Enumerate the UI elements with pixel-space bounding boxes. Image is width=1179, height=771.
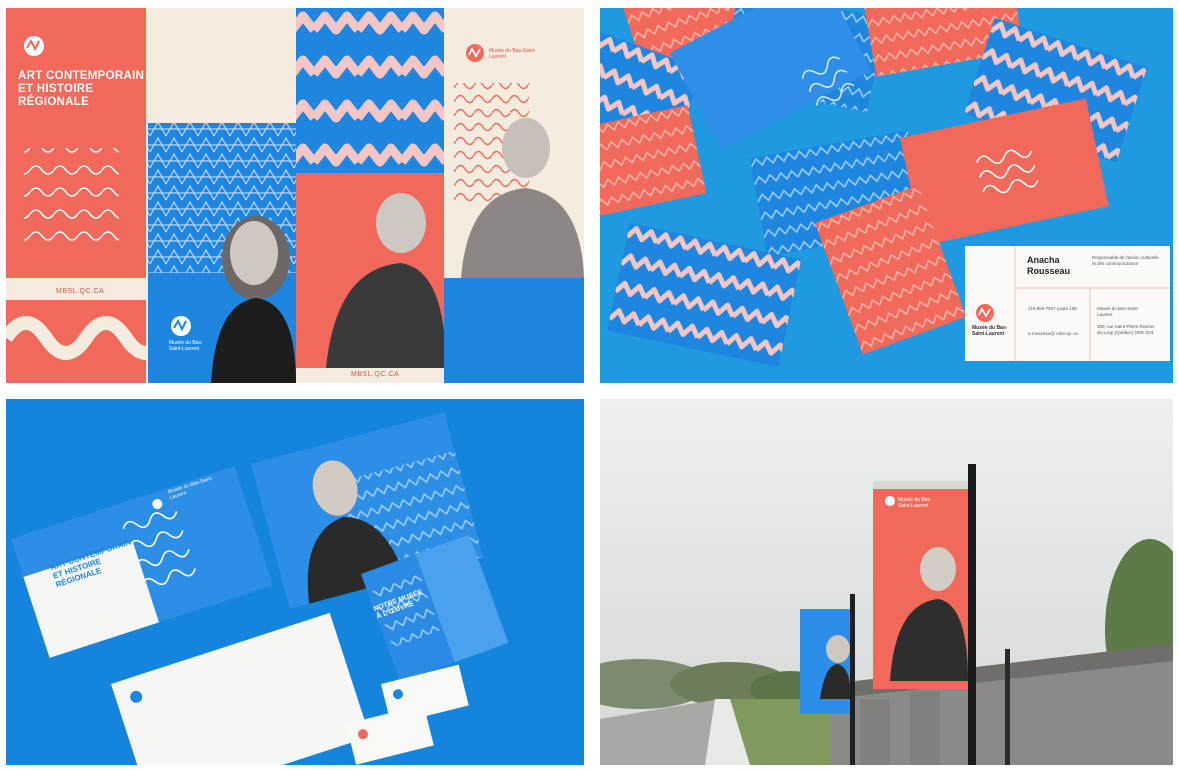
stationery-artwork — [11, 412, 509, 765]
poster-url: MBSL.QC.CA — [56, 288, 105, 295]
card-email: a.rousseau@ mbsl.qc.ca — [1028, 331, 1078, 336]
card-logo-label: Musée du Bas-Saint-Laurent — [972, 325, 1008, 337]
banner-logo-label: Musée du Bas-Saint-Laurent — [898, 497, 932, 509]
business-cards-tile: Anacha Rousseau Responsable de l'action … — [600, 8, 1173, 383]
poster-headline: ART CONTEMPORAIN ET HISTOIRE RÉGIONALE — [18, 70, 145, 108]
card-role: Responsable de l'action culturelle et de… — [1092, 255, 1159, 266]
poster-logo-label: Musée du Bas-Saint-Laurent — [169, 340, 203, 352]
card-phone: 418 862-7547 poste 108 — [1028, 306, 1077, 311]
poster-wall-artwork — [6, 8, 584, 383]
scattered-cards-artwork — [600, 8, 1170, 367]
card-person-name: Anacha Rousseau — [1027, 255, 1070, 277]
street-banner-photo — [600, 399, 1173, 765]
card-address: 300, rue Saint-Pierre Rivière-du-Loup (Q… — [1097, 324, 1156, 335]
card-org: Musée du Bas-Saint-Laurent — [1097, 306, 1140, 317]
poster-wall-tile: ART CONTEMPORAIN ET HISTOIRE RÉGIONALE M… — [6, 8, 584, 383]
card-first-name: Anacha — [1027, 255, 1060, 265]
card-last-name: Rousseau — [1027, 266, 1071, 276]
poster-logo-label-second: Musée du Bas-Saint-Laurent — [489, 48, 536, 60]
poster-url-second: MBSL.QC.CA — [351, 371, 400, 378]
street-banners-tile: Musée du Bas-Saint-Laurent — [600, 399, 1173, 765]
stationery-tile: ART CONTEMPORAIN ET HISTOIRE RÉGIONALE N… — [6, 399, 584, 765]
